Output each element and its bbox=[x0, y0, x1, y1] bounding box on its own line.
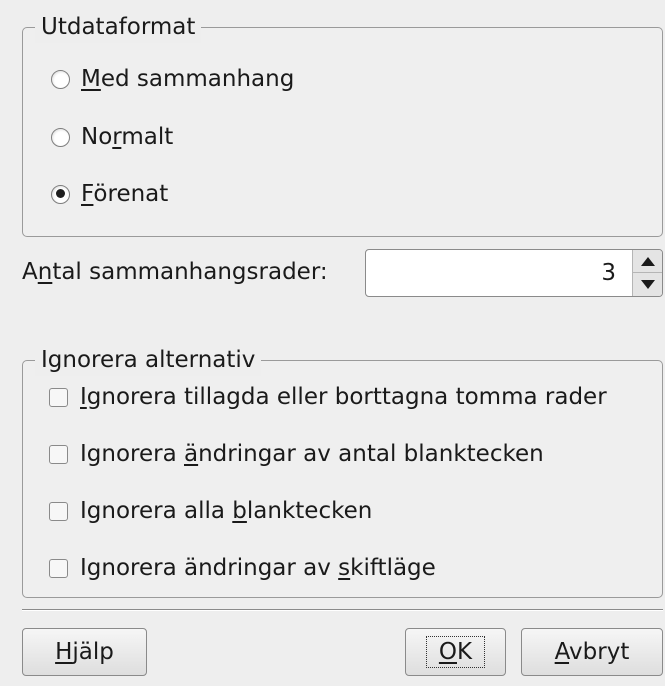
cancel-button[interactable]: Avbryt bbox=[521, 628, 663, 676]
output-format-title: Utdataformat bbox=[35, 11, 202, 43]
checkbox-ignore-all-whitespace[interactable]: Ignorera alla blanktecken bbox=[49, 495, 372, 527]
checkbox-ignore-whitespace-amount[interactable]: Ignorera ändringar av antal blanktecken bbox=[49, 438, 544, 470]
cancel-button-label: Avbryt bbox=[554, 639, 630, 665]
checkbox-label: Ignorera tillagda eller borttagna tomma … bbox=[80, 384, 607, 410]
spin-down-button[interactable] bbox=[632, 273, 662, 296]
checkbox[interactable] bbox=[49, 387, 68, 407]
arrow-up-icon bbox=[640, 256, 655, 266]
checkbox[interactable] bbox=[49, 501, 68, 521]
checkbox-label: Ignorera ändringar av antal blanktecken bbox=[80, 441, 544, 467]
context-lines-spinbox[interactable]: 3 bbox=[365, 249, 663, 297]
context-lines-value[interactable]: 3 bbox=[601, 257, 616, 289]
checkbox[interactable] bbox=[49, 558, 68, 578]
radio-label: Förenat bbox=[81, 181, 169, 207]
arrow-down-icon bbox=[640, 280, 655, 289]
help-button-label: Hjälp bbox=[55, 639, 114, 665]
checkbox-ignore-case[interactable]: Ignorera ändringar av skiftläge bbox=[49, 552, 436, 584]
ok-button[interactable]: OK bbox=[405, 628, 506, 676]
radio-button[interactable] bbox=[51, 69, 70, 89]
help-button[interactable]: Hjälp bbox=[22, 628, 147, 676]
separator bbox=[22, 609, 663, 611]
ok-button-label: OK bbox=[425, 636, 486, 668]
radio-button[interactable] bbox=[51, 127, 70, 147]
ignore-options-group: Ignorera alternativ Ignorera tillagda el… bbox=[22, 344, 663, 598]
checkbox-ignore-blank-lines[interactable]: Ignorera tillagda eller borttagna tomma … bbox=[49, 381, 607, 413]
radio-button-selected[interactable] bbox=[51, 184, 70, 204]
radio-unified-format[interactable]: Förenat bbox=[51, 178, 168, 210]
context-lines-label: Antal sammanhangsrader: bbox=[22, 259, 328, 285]
radio-label: Normalt bbox=[81, 124, 174, 150]
checkbox[interactable] bbox=[49, 444, 68, 464]
radio-context-format[interactable]: Med sammanhang bbox=[51, 63, 294, 95]
radio-normal-format[interactable]: Normalt bbox=[51, 121, 173, 153]
output-format-group: Utdataformat Med sammanhang Normalt Före… bbox=[22, 11, 663, 237]
radio-label: Med sammanhang bbox=[81, 66, 295, 92]
checkbox-label: Ignorera ändringar av skiftläge bbox=[80, 555, 436, 581]
checkbox-label: Ignorera alla blanktecken bbox=[80, 498, 373, 524]
ignore-options-title: Ignorera alternativ bbox=[35, 344, 262, 376]
spin-up-button[interactable] bbox=[632, 250, 662, 273]
